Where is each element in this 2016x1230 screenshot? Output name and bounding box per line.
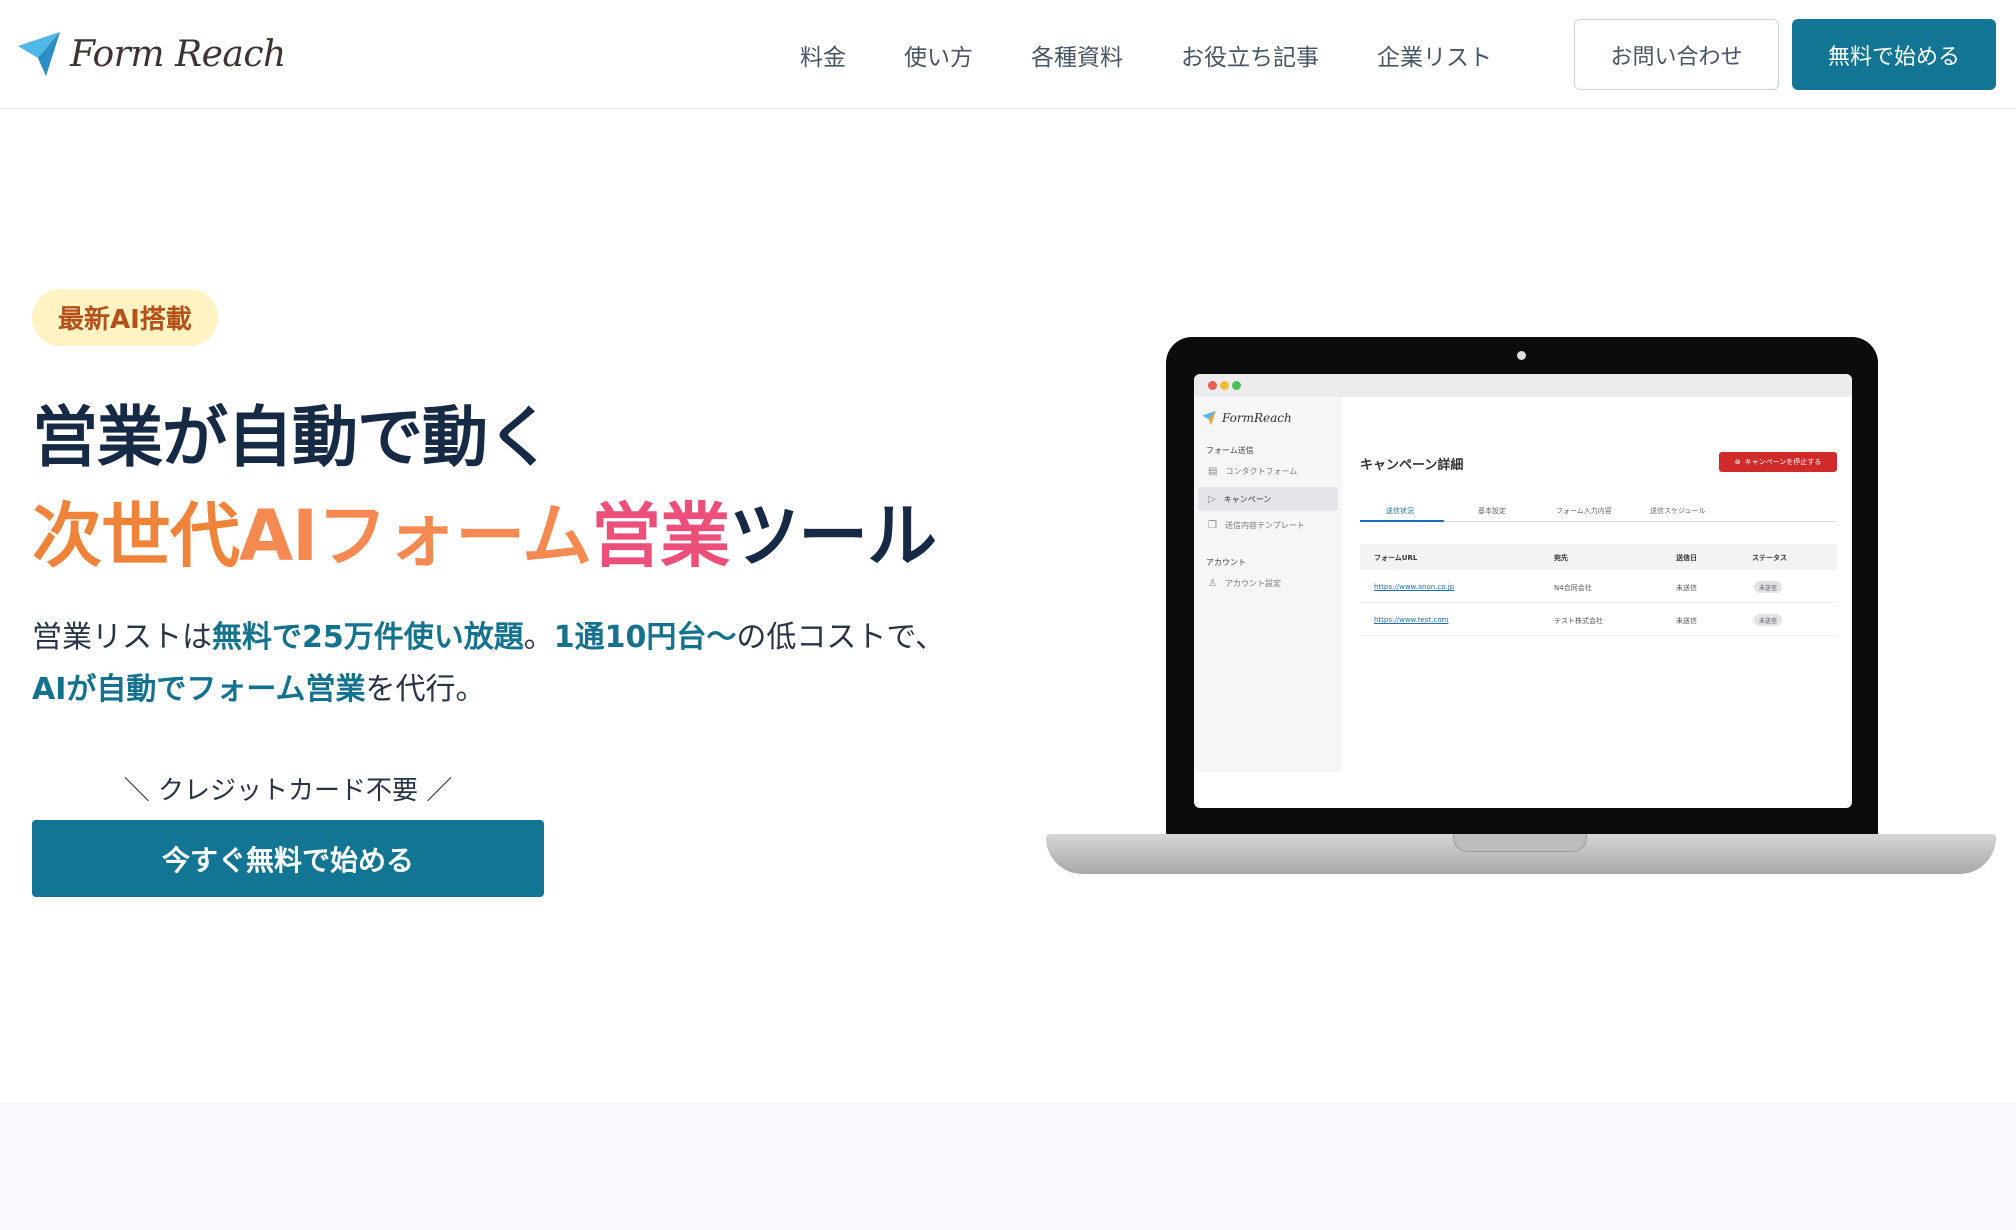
column-header: 宛先	[1554, 554, 1568, 562]
sidebar-item-label: コンタクトフォーム	[1225, 466, 1298, 476]
row-recipient: テスト株式会社	[1554, 617, 1603, 625]
headline-line-1: 営業が自動で動く	[32, 399, 553, 476]
headline-part: AIフォーム	[239, 495, 592, 577]
document-icon: ❐	[1208, 519, 1217, 531]
sidebar-item-label: アカウント設定	[1224, 578, 1281, 588]
site-header: Form Reach 料金 使い方 各種資料 お役立ち記事 企業リスト お問い合…	[0, 0, 2016, 109]
hero-description: 営業リストは無料で25万件使い放題。1通10円台〜の低コストで、 AIが自動でフォ…	[32, 612, 1012, 716]
headline-part: ツール	[729, 495, 937, 577]
cta-start-free-button[interactable]: 今すぐ無料で始める	[32, 820, 544, 897]
camera-dot	[1517, 351, 1526, 360]
laptop-notch	[1453, 834, 1587, 852]
sidebar-item-contact-form[interactable]: ▤ コンタクトフォーム	[1198, 459, 1338, 483]
close-dot	[1208, 381, 1217, 390]
nav-pricing[interactable]: 料金	[800, 38, 846, 72]
maximize-dot	[1232, 381, 1241, 390]
row-url[interactable]: https://www.test.com	[1374, 616, 1448, 624]
app-sidebar: FormReach フォーム送信 ▤ コンタクトフォーム ▷ キャンペーン ❐ 送信内…	[1194, 397, 1342, 772]
row-date: 未送信	[1676, 584, 1697, 592]
headline-part: 次世代	[32, 495, 240, 577]
logo-text: Form Reach	[70, 33, 286, 75]
desc-part: を代行。	[365, 672, 486, 707]
desc-part: 営業リストは	[32, 620, 212, 655]
nav-how-to-use[interactable]: 使い方	[904, 38, 973, 72]
column-header: フォームURL	[1374, 554, 1418, 562]
paper-plane-logo-icon	[1202, 411, 1216, 425]
next-section-band	[0, 1103, 2016, 1230]
desc-highlight: 無料で25万件使い放題	[212, 620, 524, 655]
stop-circle-icon: ⊗	[1734, 458, 1741, 466]
row-url[interactable]: https://www.anon.co.jp	[1374, 583, 1454, 591]
send-icon: ▷	[1208, 493, 1216, 505]
tab-send-schedule[interactable]: 送信スケジュール	[1650, 506, 1706, 516]
user-icon: ♙	[1208, 577, 1217, 589]
app-screenshot: FormReach フォーム送信 ▤ コンタクトフォーム ▷ キャンペーン ❐ 送信内…	[1194, 374, 1852, 808]
minimize-dot	[1220, 381, 1229, 390]
app-logo: FormReach	[1202, 411, 1292, 425]
column-header: ステータス	[1752, 554, 1787, 562]
tab-form-input[interactable]: フォーム入力内容	[1556, 506, 1612, 516]
row-date: 未送信	[1676, 617, 1697, 625]
nav-articles[interactable]: お役立ち記事	[1181, 38, 1319, 72]
sidebar-section-account: アカウント	[1206, 558, 1246, 567]
start-free-button[interactable]: 無料で始める	[1792, 19, 1996, 90]
nav-company-list[interactable]: 企業リスト	[1377, 38, 1492, 72]
app-logo-text: FormReach	[1222, 411, 1292, 425]
tab-send-status[interactable]: 送信状況	[1386, 506, 1414, 516]
desc-highlight: 1通10円台〜	[553, 620, 737, 655]
logo[interactable]: Form Reach	[18, 30, 286, 78]
campaign-detail-title: キャンペーン詳細	[1360, 458, 1464, 473]
desc-part: の低コストで、	[736, 620, 946, 655]
sidebar-item-template[interactable]: ❐ 送信内容テンプレート	[1198, 513, 1338, 537]
contact-button[interactable]: お問い合わせ	[1574, 19, 1779, 90]
campaign-tabs: 送信状況 基本設定 フォーム入力内容 送信スケジュール	[1360, 502, 1837, 522]
laptop-mockup: FormReach フォーム送信 ▤ コンタクトフォーム ▷ キャンペーン ❐ 送信内…	[1046, 337, 1996, 877]
table-header: フォームURL 宛先 送信日 ステータス	[1360, 544, 1837, 570]
sidebar-item-campaign[interactable]: ▷ キャンペーン	[1198, 487, 1338, 511]
ai-badge: 最新AI搭載	[32, 289, 218, 346]
desc-part: 。	[523, 620, 554, 655]
table-row[interactable]: https://www.anon.co.jp N4合同会社 未送信 未送信	[1360, 571, 1837, 603]
sidebar-section-form: フォーム送信	[1206, 446, 1254, 455]
status-badge: 未送信	[1754, 581, 1783, 593]
sidebar-item-label: キャンペーン	[1223, 494, 1272, 504]
status-badge: 未送信	[1754, 614, 1783, 626]
sidebar-item-account-settings[interactable]: ♙ アカウント設定	[1198, 571, 1338, 595]
main-nav: 料金 使い方 各種資料 お役立ち記事 企業リスト	[800, 38, 1550, 72]
active-tab-underline	[1360, 520, 1444, 522]
window-titlebar	[1194, 374, 1852, 397]
row-recipient: N4合同会社	[1554, 584, 1592, 592]
desc-highlight: AIが自動でフォーム営業	[32, 672, 366, 707]
stop-campaign-label: キャンペーンを停止する	[1744, 458, 1822, 466]
table-row[interactable]: https://www.test.com テスト株式会社 未送信 未送信	[1360, 604, 1837, 636]
building-icon: ▤	[1208, 465, 1218, 477]
headline-line-2: 次世代AIフォーム営業ツール	[32, 480, 937, 581]
column-header: 送信日	[1676, 554, 1697, 562]
sidebar-item-label: 送信内容テンプレート	[1224, 520, 1305, 530]
tab-basic-settings[interactable]: 基本設定	[1478, 506, 1506, 516]
stop-campaign-button[interactable]: ⊗ キャンペーンを停止する	[1719, 452, 1837, 472]
headline-part: 営業	[591, 495, 730, 577]
no-credit-card-note: ＼ クレジットカード不要 ／	[123, 776, 453, 806]
nav-documents[interactable]: 各種資料	[1031, 38, 1123, 72]
paper-plane-logo-icon	[18, 32, 60, 76]
